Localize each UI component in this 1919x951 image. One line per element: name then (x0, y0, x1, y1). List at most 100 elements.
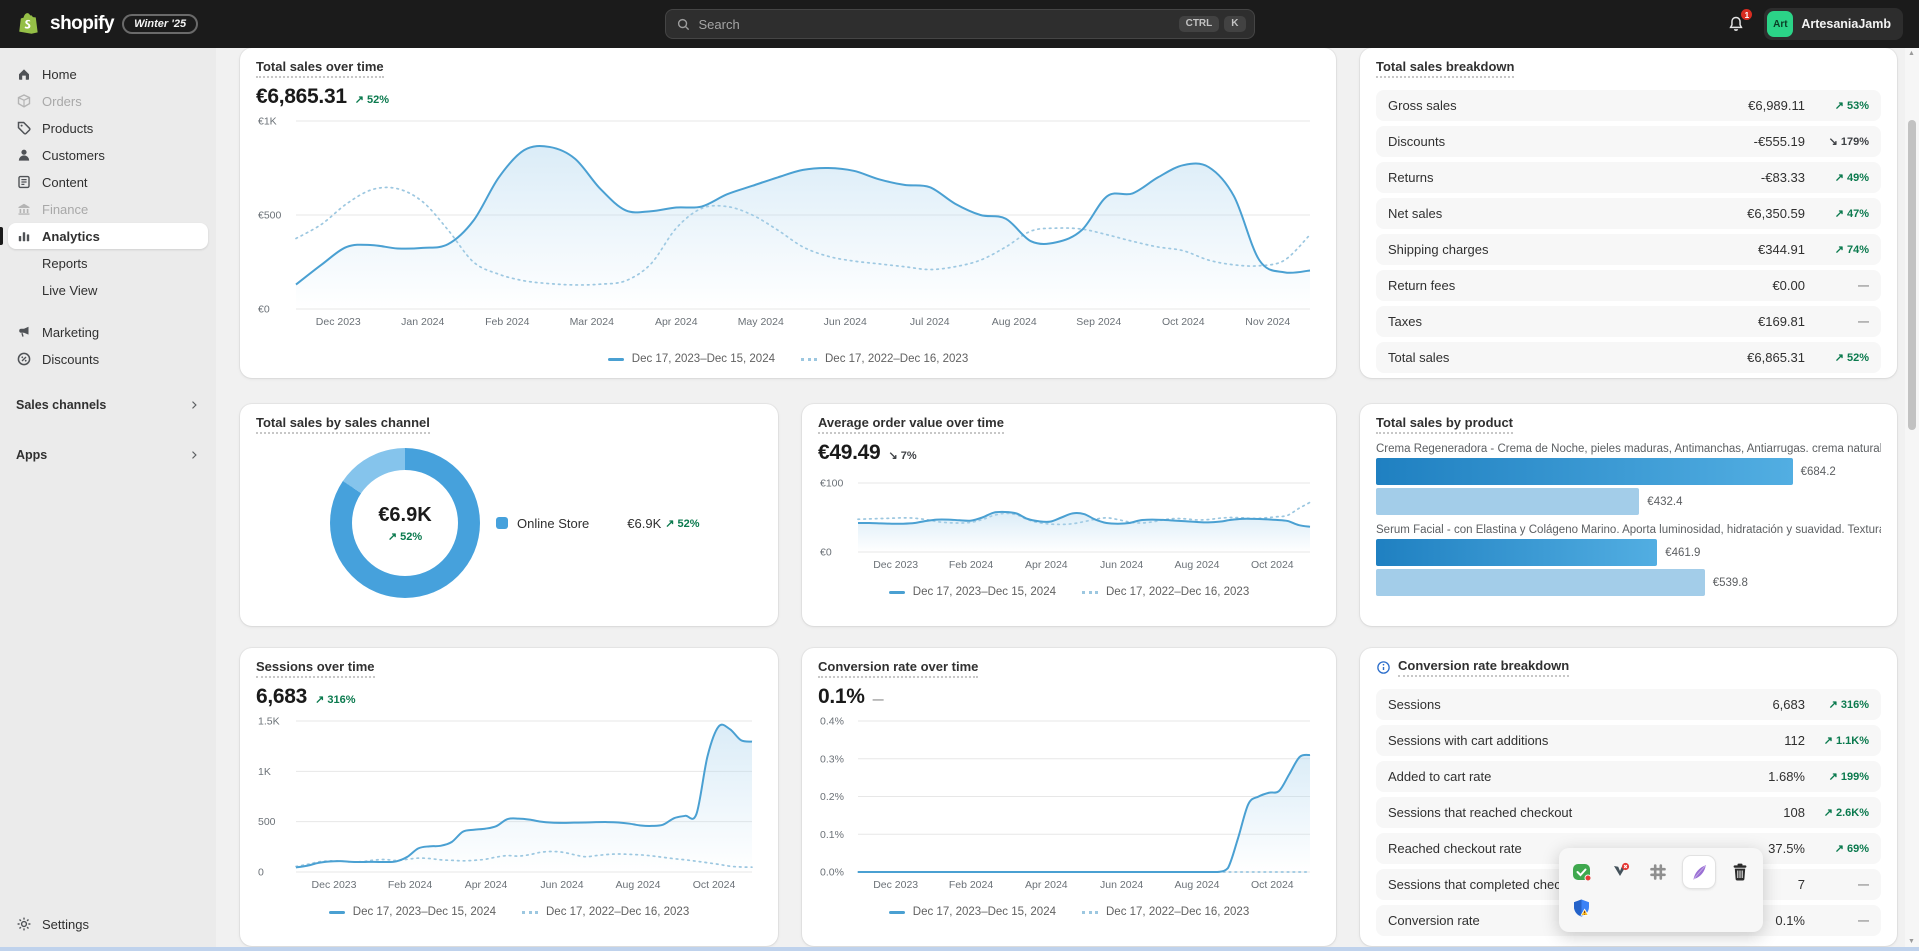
table-row: Sessions 6,683 ↗ 316% (1376, 689, 1881, 720)
bar-value-label: €461.9 (1665, 547, 1700, 559)
legend-current-label: Dec 17, 2023–Dec 15, 2024 (353, 906, 496, 918)
sidebar-item-label: Discounts (42, 352, 99, 367)
feather-highlighter-extension-icon[interactable] (1683, 856, 1715, 888)
table-row: Shipping charges €344.91 ↗ 74% (1376, 234, 1881, 265)
card-title-conversion[interactable]: Conversion rate over time (818, 659, 978, 678)
legend-dotted-line (522, 911, 538, 914)
bar-value-label: €684.2 (1801, 466, 1836, 478)
table-row: Discounts -€555.19 ↘ 179% (1376, 126, 1881, 157)
v-error-badge-extension-icon[interactable] (1607, 859, 1633, 885)
trash-extension-icon[interactable] (1727, 859, 1753, 885)
sidebar-item[interactable]: Live View (8, 277, 208, 303)
card-title-total-sales[interactable]: Total sales over time (256, 59, 384, 78)
winter-25-badge[interactable]: Winter '25 (122, 14, 198, 34)
legend-dotted-line (1082, 911, 1098, 914)
sidebar-item[interactable]: Content (8, 169, 208, 195)
vertical-scrollbar[interactable]: ▲ ▼ (1905, 48, 1919, 947)
card-title-products[interactable]: Total sales by product (1376, 415, 1513, 434)
row-delta: ↗ 69% (1819, 842, 1869, 855)
brand-wordmark: shopify (50, 13, 114, 35)
legend-current-label: Dec 17, 2023–Dec 15, 2024 (913, 586, 1056, 598)
row-label: Sessions with cart additions (1388, 733, 1784, 748)
svg-text:1K: 1K (258, 766, 271, 778)
svg-text:Jun 2024: Jun 2024 (1100, 559, 1143, 571)
row-delta: ↗ 316% (1819, 698, 1869, 711)
shopify-logo[interactable]: shopify (16, 11, 114, 37)
sidebar-item[interactable]: Analytics (8, 223, 208, 249)
sidebar-item-apps[interactable]: Apps (16, 448, 200, 462)
current-period-bar (1376, 539, 1657, 566)
sidebar-item[interactable]: Customers (8, 142, 208, 168)
sidebar-item[interactable]: Marketing (8, 319, 208, 345)
search-icon (676, 17, 691, 32)
product-name: Crema Regeneradora - Crema de Noche, pie… (1376, 443, 1881, 455)
row-value: €6,989.11 (1748, 98, 1805, 113)
row-delta: — (1819, 915, 1869, 927)
scroll-down-arrow[interactable]: ▼ (1907, 938, 1916, 945)
table-row: Total sales €6,865.31 ↗ 52% (1376, 342, 1881, 373)
search-input[interactable]: Search CTRL K (665, 9, 1255, 39)
row-label: Added to cart rate (1388, 769, 1768, 784)
svg-text:1.5K: 1.5K (258, 716, 280, 728)
total-sales-breakdown-card: Total sales breakdown Gross sales €6,989… (1360, 48, 1897, 378)
legend-previous-label: Dec 17, 2022–Dec 16, 2023 (825, 353, 968, 365)
clover-extension-icon[interactable] (1645, 859, 1671, 885)
info-icon[interactable] (1376, 660, 1391, 675)
sidebar-item-settings[interactable]: Settings (8, 911, 208, 937)
row-delta: — (1819, 316, 1869, 328)
row-value: -€83.33 (1761, 170, 1805, 185)
svg-text:Dec 2023: Dec 2023 (873, 879, 918, 891)
card-title-aov[interactable]: Average order value over time (818, 415, 1004, 434)
legend-previous-label: Dec 17, 2022–Dec 16, 2023 (546, 906, 689, 918)
card-title-sessions[interactable]: Sessions over time (256, 659, 375, 678)
sidebar-item[interactable]: Discounts (8, 346, 208, 372)
svg-text:Oct 2024: Oct 2024 (1162, 316, 1205, 328)
shield-warning-extension-icon[interactable] (1569, 895, 1595, 921)
store-menu-button[interactable]: Art ArtesaniaJamb (1764, 8, 1903, 40)
product-bar-group: Serum Facial - con Elastina y Colágeno M… (1376, 524, 1881, 596)
row-label: Returns (1388, 170, 1761, 185)
sidebar-item[interactable]: Reports (8, 250, 208, 276)
donut-center-value: €6.9K (378, 504, 431, 527)
legend-dotted-line (801, 358, 817, 361)
notifications-button[interactable]: 1 (1722, 10, 1750, 38)
sidebar-item-icon (16, 174, 32, 190)
sidebar-item-icon (16, 66, 32, 82)
row-label: Taxes (1388, 314, 1758, 329)
chart-legend: Dec 17, 2023–Dec 15, 2024 Dec 17, 2022–D… (256, 906, 762, 918)
k-key: K (1224, 16, 1245, 32)
scrollbar-thumb[interactable] (1908, 120, 1916, 430)
card-title-conv-breakdown[interactable]: Conversion rate breakdown (1398, 658, 1569, 677)
previous-period-bar (1376, 488, 1639, 515)
total-sales-by-product-card: Total sales by product Crema Regenerador… (1360, 404, 1897, 626)
sessions-chart: 1.5K1K5000Dec 2023Feb 2024Apr 2024Jun 20… (256, 713, 762, 894)
sidebar-item[interactable]: Home (8, 61, 208, 87)
current-period-bar (1376, 458, 1793, 485)
sidebar-item-icon (16, 147, 32, 163)
row-delta: ↗ 49% (1819, 171, 1869, 184)
legend-solid-line (889, 911, 905, 914)
row-delta: ↗ 53% (1819, 99, 1869, 112)
row-delta: ↗ 74% (1819, 243, 1869, 256)
row-label: Gross sales (1388, 98, 1748, 113)
sidebar-item-label: Home (42, 67, 77, 82)
svg-text:0: 0 (258, 867, 264, 879)
sidebar-item[interactable]: Orders (8, 88, 208, 114)
row-delta: — (1819, 879, 1869, 891)
row-value: 6,683 (1772, 697, 1805, 712)
scroll-up-arrow[interactable]: ▲ (1907, 50, 1916, 57)
card-title-breakdown[interactable]: Total sales breakdown (1376, 59, 1514, 78)
svg-text:May 2024: May 2024 (738, 316, 784, 328)
grammar-check-extension-icon[interactable] (1569, 859, 1595, 885)
svg-text:€500: €500 (258, 210, 282, 222)
top-bar: shopify Winter '25 Search CTRL K 1 Art A… (0, 0, 1919, 48)
svg-text:Feb 2024: Feb 2024 (949, 559, 994, 571)
sidebar-item[interactable]: Products (8, 115, 208, 141)
table-row: Taxes €169.81 — (1376, 306, 1881, 337)
sidebar-item[interactable]: Finance (8, 196, 208, 222)
sidebar-item-label: Live View (42, 283, 97, 298)
card-title-channel[interactable]: Total sales by sales channel (256, 415, 430, 434)
sidebar-item-sales-channels[interactable]: Sales channels (16, 398, 200, 412)
svg-text:Apr 2024: Apr 2024 (1025, 879, 1068, 891)
search-placeholder: Search (699, 17, 740, 32)
